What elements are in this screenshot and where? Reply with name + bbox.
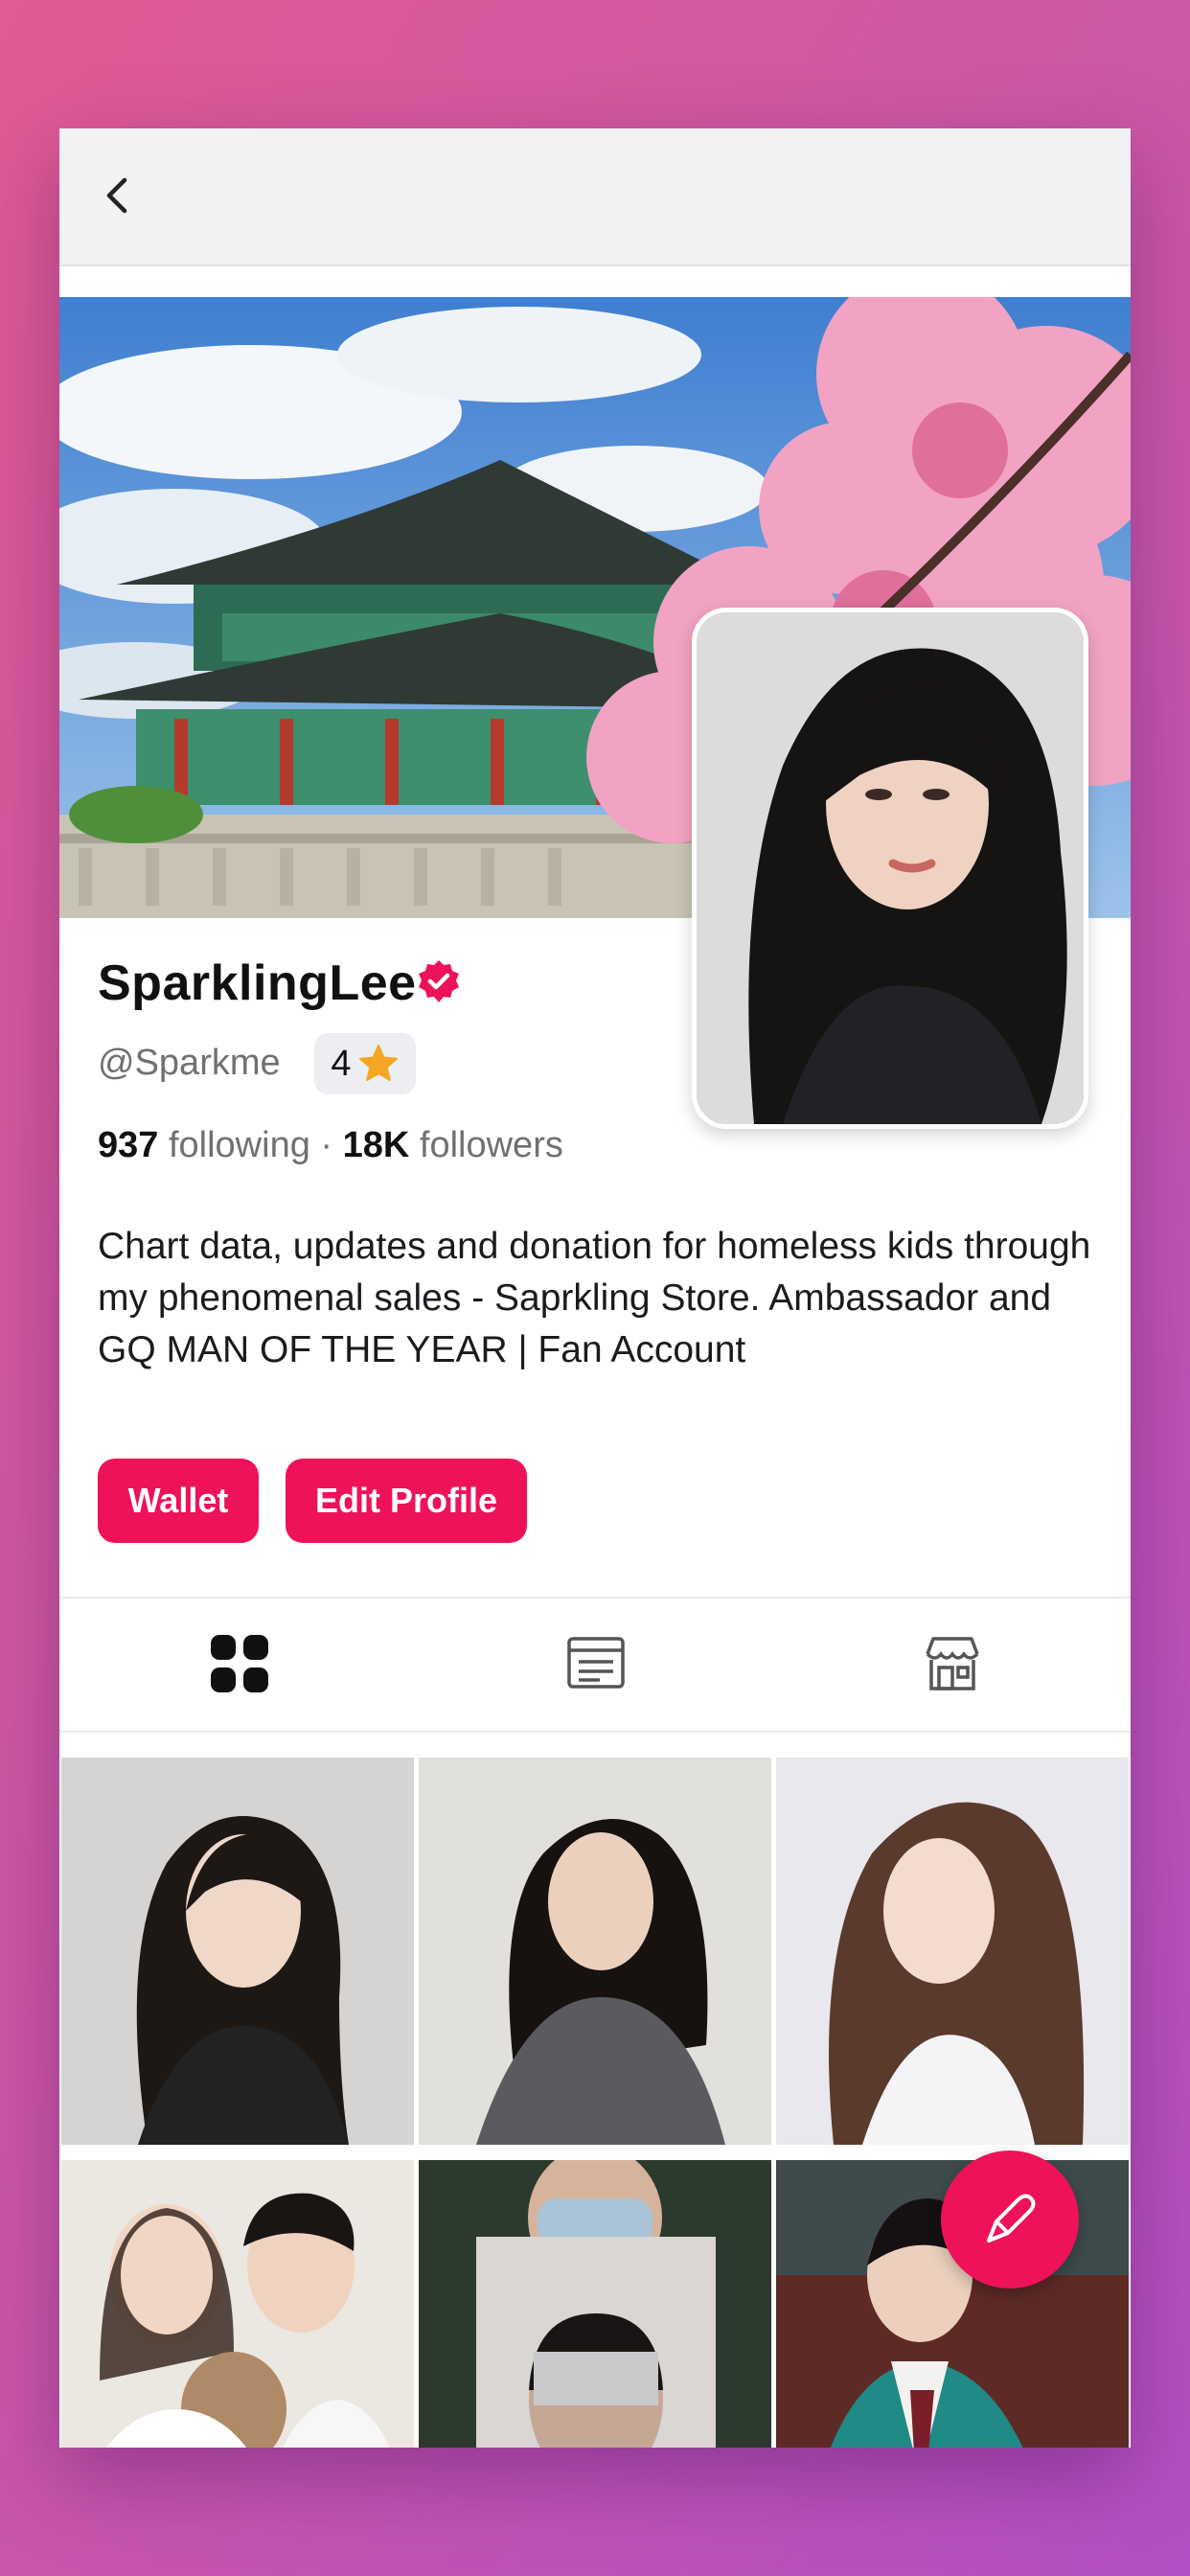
compose-icon — [987, 2194, 1036, 2242]
post-thumbnail[interactable] — [419, 1758, 771, 2145]
star-icon — [358, 1045, 398, 1081]
compose-button[interactable] — [941, 2150, 1079, 2288]
profile-handle: @Sparkme — [98, 1043, 281, 1083]
badge-count: 4 — [331, 1043, 352, 1084]
grid-icon — [211, 1635, 268, 1692]
level-badge: 4 — [314, 1033, 416, 1094]
back-button[interactable] — [88, 167, 146, 224]
avatar[interactable] — [692, 608, 1088, 1129]
following-label[interactable]: following — [169, 1125, 310, 1165]
wallet-button[interactable]: Wallet — [98, 1459, 259, 1543]
followers-count[interactable]: 18K — [343, 1125, 410, 1165]
followers-label[interactable]: followers — [420, 1125, 563, 1165]
profile-tabs — [59, 1597, 1131, 1733]
verified-badge-icon — [419, 960, 459, 1002]
following-count[interactable]: 937 — [98, 1125, 158, 1165]
post-thumbnail[interactable] — [419, 2160, 771, 2448]
tab-posts-grid[interactable] — [205, 1629, 274, 1698]
tab-store[interactable] — [918, 1629, 987, 1698]
post-thumbnail[interactable] — [61, 1758, 414, 2145]
follow-stats: 937 following · 18K followers — [98, 1125, 563, 1166]
post-thumbnail[interactable] — [61, 2160, 414, 2448]
stats-separator: · — [320, 1125, 333, 1165]
profile-screen: SparklingLee @Sparkme 4 937 following · … — [59, 128, 1131, 2448]
chevron-left-icon — [106, 177, 127, 214]
store-icon — [926, 1637, 979, 1690]
profile-name: SparklingLee — [98, 955, 417, 1011]
post-thumbnail[interactable] — [776, 1758, 1129, 2145]
profile-bio: Chart data, updates and donation for hom… — [98, 1226, 1091, 1370]
edit-profile-button[interactable]: Edit Profile — [286, 1459, 527, 1543]
top-bar — [59, 128, 1131, 266]
news-icon — [567, 1637, 625, 1689]
tab-news[interactable] — [561, 1629, 630, 1698]
